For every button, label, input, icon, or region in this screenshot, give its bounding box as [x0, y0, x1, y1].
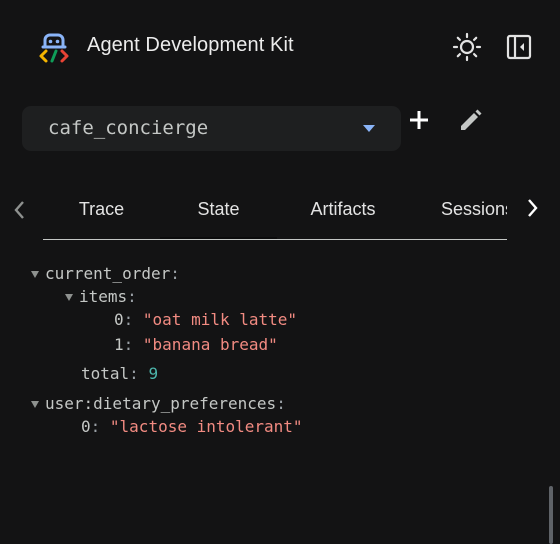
theme-toggle-button[interactable] — [451, 31, 483, 63]
chevron-down-icon — [363, 125, 375, 132]
add-app-button[interactable] — [404, 105, 434, 135]
edit-app-button[interactable] — [455, 104, 487, 136]
tab-state[interactable]: State — [160, 180, 277, 239]
state-key: total — [81, 364, 130, 383]
expand-triangle-icon[interactable] — [31, 271, 39, 278]
state-item-1: 1: "banana bread" — [114, 335, 278, 354]
state-key: user:dietary_preferences — [45, 394, 277, 413]
tabs-scroll-left-button[interactable] — [8, 197, 30, 223]
app-title: Agent Development Kit — [87, 34, 294, 56]
chevron-right-icon — [528, 199, 538, 217]
tab-trace[interactable]: Trace — [43, 180, 160, 239]
state-node-current-order[interactable]: current_order: — [31, 264, 180, 283]
tab-sessions[interactable]: Sessions — [409, 180, 507, 239]
chevron-left-icon — [14, 201, 24, 219]
plus-icon — [410, 111, 428, 129]
state-string-value: "lactose intolerant" — [109, 417, 303, 436]
state-node-dietary-preferences[interactable]: user:dietary_preferences: — [31, 394, 286, 413]
tab-artifacts[interactable]: Artifacts — [277, 180, 409, 239]
state-total: total: 9 — [81, 364, 159, 383]
app-selector-dropdown[interactable]: cafe_concierge — [22, 106, 401, 151]
state-index: 0 — [81, 417, 91, 436]
scrollbar-thumb[interactable] — [549, 486, 553, 544]
state-key: items — [79, 287, 128, 306]
state-string-value: "oat milk latte" — [142, 310, 298, 329]
state-node-items[interactable]: items: — [65, 287, 137, 306]
tab-label: Artifacts — [310, 199, 376, 219]
expand-triangle-icon[interactable] — [65, 294, 73, 301]
selected-app-name: cafe_concierge — [48, 117, 209, 139]
tab-label: State — [197, 199, 240, 219]
tab-label: Sessions — [441, 199, 507, 219]
tab-label: Trace — [78, 199, 125, 219]
state-dietary-0: 0: "lactose intolerant" — [81, 417, 303, 436]
state-number-value: 9 — [148, 364, 159, 383]
adk-logo-icon — [37, 31, 71, 65]
state-string-value: "banana bread" — [142, 335, 278, 354]
expand-triangle-icon[interactable] — [31, 401, 39, 408]
state-item-0: 0: "oat milk latte" — [114, 310, 298, 329]
state-index: 1 — [114, 335, 124, 354]
pencil-icon — [461, 109, 482, 130]
state-key: current_order — [45, 264, 171, 283]
tab-strip: Trace State Artifacts Sessions — [43, 180, 507, 240]
sun-icon — [452, 32, 482, 62]
app-header: Agent Development Kit — [0, 0, 560, 95]
state-index: 0 — [114, 310, 124, 329]
tabs-scroll-right-button[interactable] — [522, 195, 544, 221]
tab-bar: Trace State Artifacts Sessions — [0, 180, 560, 242]
sidebar-collapse-icon — [506, 34, 532, 60]
collapse-panel-button[interactable] — [504, 32, 534, 62]
